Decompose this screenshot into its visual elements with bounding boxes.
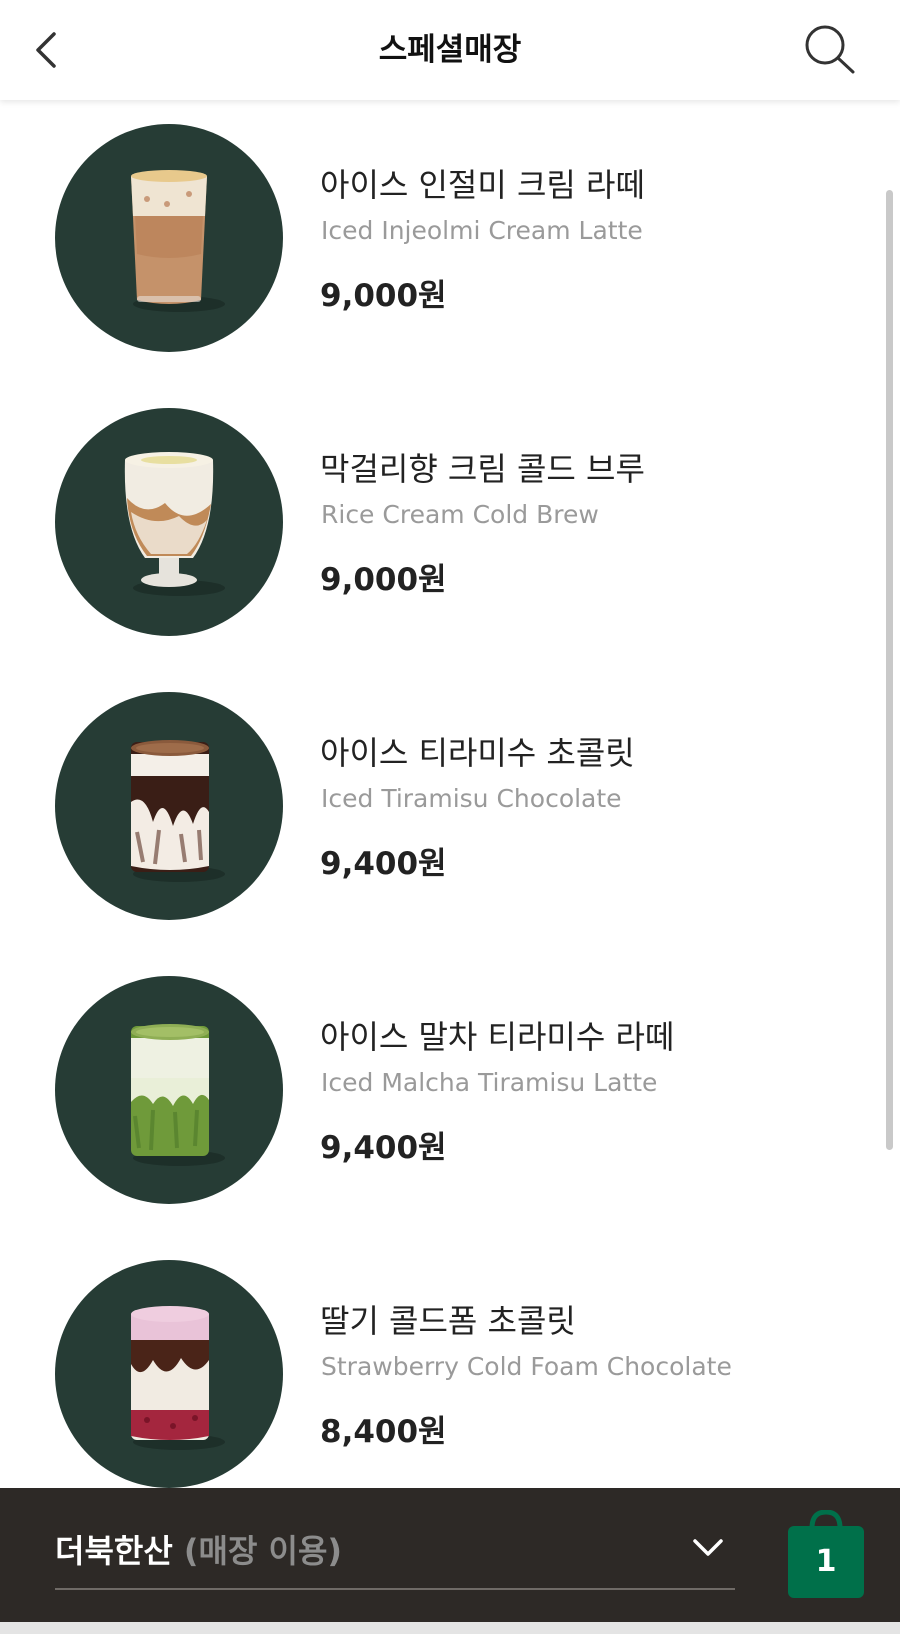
product-name: 아이스 티라미수 초콜릿 [320, 734, 635, 772]
store-label: 더북한산 (매장 이용) [55, 1526, 342, 1572]
store-selector[interactable]: 더북한산 (매장 이용) [55, 1518, 735, 1578]
app-header: 스페셜매장 [0, 0, 900, 100]
search-button[interactable] [800, 20, 860, 80]
menu-list: 아이스 인절미 크림 라떼 Iced Injeolmi Cream Latte … [0, 100, 880, 1488]
menu-item[interactable]: 아이스 인절미 크림 라떼 Iced Injeolmi Cream Latte … [0, 100, 880, 384]
chevron-down-icon [693, 1539, 723, 1556]
back-button[interactable] [26, 22, 76, 78]
product-price: 9,000원 [320, 278, 447, 314]
menu-item[interactable]: 막걸리향 크림 콜드 브루 Rice Cream Cold Brew 9,000… [0, 384, 880, 668]
product-english-name: Iced Malcha Tiramisu Latte [321, 1068, 658, 1097]
cart-count: 1 [815, 1544, 837, 1579]
store-bar: 더북한산 (매장 이용) 1 [0, 1488, 900, 1622]
product-price: 9,400원 [320, 846, 447, 882]
scrollbar[interactable] [886, 190, 893, 1150]
menu-item[interactable]: 아이스 티라미수 초콜릿 Iced Tiramisu Chocolate 9,4… [0, 668, 880, 952]
product-name: 아이스 인절미 크림 라떼 [320, 166, 645, 204]
product-price: 9,000원 [320, 562, 447, 598]
product-english-name: Rice Cream Cold Brew [321, 500, 599, 529]
product-english-name: Iced Tiramisu Chocolate [321, 784, 622, 813]
product-name: 딸기 콜드폼 초콜릿 [320, 1302, 576, 1340]
store-name: 더북한산 [55, 1532, 173, 1570]
product-name: 막걸리향 크림 콜드 브루 [320, 450, 645, 488]
store-mode: (매장 이용) [183, 1532, 343, 1570]
product-price: 9,400원 [320, 1130, 447, 1166]
cart-button[interactable]: 1 [786, 1509, 866, 1600]
product-image [55, 408, 283, 636]
store-selector-underline [55, 1588, 735, 1590]
product-english-name: Iced Injeolmi Cream Latte [321, 216, 643, 245]
chevron-left-icon [36, 32, 56, 68]
product-price: 8,400원 [320, 1414, 447, 1450]
bottom-edge [0, 1622, 900, 1634]
product-image [55, 1260, 283, 1488]
menu-item[interactable]: 아이스 말차 티라미수 라떼 Iced Malcha Tiramisu Latt… [0, 952, 880, 1236]
product-image [55, 976, 283, 1204]
menu-item[interactable]: 딸기 콜드폼 초콜릿 Strawberry Cold Foam Chocolat… [0, 1236, 880, 1488]
product-name: 아이스 말차 티라미수 라떼 [320, 1018, 675, 1056]
product-english-name: Strawberry Cold Foam Chocolate [321, 1352, 732, 1381]
product-image [55, 692, 283, 920]
page-title: 스페셜매장 [378, 32, 522, 68]
product-image [55, 124, 283, 352]
search-icon [805, 25, 855, 74]
